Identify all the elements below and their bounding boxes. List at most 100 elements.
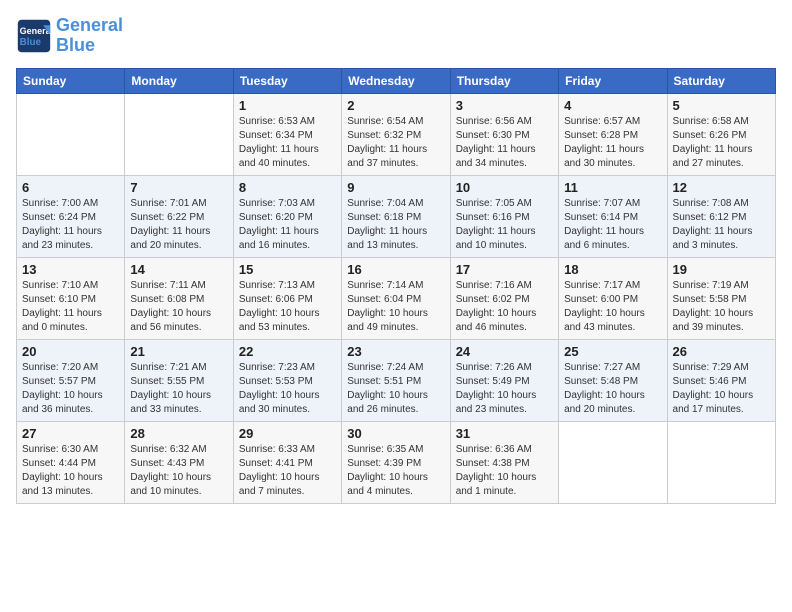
calendar-cell [559, 421, 667, 503]
calendar-cell: 25Sunrise: 7:27 AM Sunset: 5:48 PM Dayli… [559, 339, 667, 421]
day-number: 13 [22, 262, 119, 277]
day-number: 16 [347, 262, 444, 277]
logo: General Blue GeneralBlue [16, 16, 123, 56]
day-number: 4 [564, 98, 661, 113]
calendar-week-3: 13 Sunrise: 7:10 AM Sunset: 6:10 PM Dayli… [17, 257, 776, 339]
day-info: Sunrise: 6:33 AM Sunset: 4:41 PM Dayligh… [239, 443, 336, 499]
day-info: Sunrise: 7:17 AM Sunset: 6:00 PM Dayligh… [564, 279, 661, 335]
calendar-cell: 29 Sunrise: 6:33 AM Sunset: 4:41 PM Dayli… [233, 421, 341, 503]
calendar-cell: 11 Sunrise: 7:07 AM Sunset: 6:14 PM Dayli… [559, 175, 667, 257]
calendar-cell: 16 Sunrise: 7:14 AM Sunset: 6:04 PM Dayli… [342, 257, 450, 339]
day-info: Sunrise: 6:36 AM Sunset: 4:38 PM Dayligh… [456, 443, 553, 499]
logo-text: GeneralBlue [56, 16, 123, 56]
day-info: Sunrise: 7:00 AM Sunset: 6:24 PM Dayligh… [22, 197, 119, 253]
day-info: Sunrise: 6:57 AM Sunset: 6:28 PM Dayligh… [564, 115, 661, 171]
calendar-cell: 12Sunrise: 7:08 AM Sunset: 6:12 PM Dayli… [667, 175, 775, 257]
day-info: Sunrise: 7:16 AM Sunset: 6:02 PM Dayligh… [456, 279, 553, 335]
day-number: 29 [239, 426, 336, 441]
calendar-cell: 6 Sunrise: 7:00 AM Sunset: 6:24 PM Daylig… [17, 175, 125, 257]
day-info: Sunrise: 7:19 AM Sunset: 5:58 PM Dayligh… [673, 279, 770, 335]
day-number: 23 [347, 344, 444, 359]
day-number: 6 [22, 180, 119, 195]
calendar-week-2: 6 Sunrise: 7:00 AM Sunset: 6:24 PM Daylig… [17, 175, 776, 257]
weekday-header-friday: Friday [559, 68, 667, 93]
day-info: Sunrise: 7:13 AM Sunset: 6:06 PM Dayligh… [239, 279, 336, 335]
day-info: Sunrise: 7:26 AM Sunset: 5:49 PM Dayligh… [456, 361, 553, 417]
calendar-cell [125, 93, 233, 175]
calendar-week-5: 27 Sunrise: 6:30 AM Sunset: 4:44 PM Dayli… [17, 421, 776, 503]
day-number: 7 [130, 180, 227, 195]
calendar-cell: 30Sunrise: 6:35 AM Sunset: 4:39 PM Dayli… [342, 421, 450, 503]
day-info: Sunrise: 7:01 AM Sunset: 6:22 PM Dayligh… [130, 197, 227, 253]
day-info: Sunrise: 7:03 AM Sunset: 6:20 PM Dayligh… [239, 197, 336, 253]
day-info: Sunrise: 6:53 AM Sunset: 6:34 PM Dayligh… [239, 115, 336, 171]
day-number: 8 [239, 180, 336, 195]
calendar-cell: 8 Sunrise: 7:03 AM Sunset: 6:20 PM Daylig… [233, 175, 341, 257]
calendar-cell: 7 Sunrise: 7:01 AM Sunset: 6:22 PM Daylig… [125, 175, 233, 257]
day-info: Sunrise: 6:56 AM Sunset: 6:30 PM Dayligh… [456, 115, 553, 171]
calendar-cell [17, 93, 125, 175]
day-number: 3 [456, 98, 553, 113]
day-info: Sunrise: 7:20 AM Sunset: 5:57 PM Dayligh… [22, 361, 119, 417]
calendar-cell: 17 Sunrise: 7:16 AM Sunset: 6:02 PM Dayli… [450, 257, 558, 339]
calendar-week-4: 20Sunrise: 7:20 AM Sunset: 5:57 PM Dayli… [17, 339, 776, 421]
day-info: Sunrise: 7:11 AM Sunset: 6:08 PM Dayligh… [130, 279, 227, 335]
day-info: Sunrise: 7:14 AM Sunset: 6:04 PM Dayligh… [347, 279, 444, 335]
calendar-cell: 15 Sunrise: 7:13 AM Sunset: 6:06 PM Dayli… [233, 257, 341, 339]
svg-text:Blue: Blue [20, 37, 42, 48]
day-info: Sunrise: 6:30 AM Sunset: 4:44 PM Dayligh… [22, 443, 119, 499]
calendar-cell: 27 Sunrise: 6:30 AM Sunset: 4:44 PM Dayli… [17, 421, 125, 503]
day-number: 5 [673, 98, 770, 113]
calendar-cell: 4 Sunrise: 6:57 AM Sunset: 6:28 PM Daylig… [559, 93, 667, 175]
day-number: 11 [564, 180, 661, 195]
logo-icon: General Blue [16, 18, 52, 54]
day-number: 27 [22, 426, 119, 441]
calendar-table: SundayMondayTuesdayWednesdayThursdayFrid… [16, 68, 776, 504]
calendar-cell: 26Sunrise: 7:29 AM Sunset: 5:46 PM Dayli… [667, 339, 775, 421]
day-info: Sunrise: 7:10 AM Sunset: 6:10 PM Dayligh… [22, 279, 119, 335]
day-number: 26 [673, 344, 770, 359]
day-number: 22 [239, 344, 336, 359]
calendar-cell: 31 Sunrise: 6:36 AM Sunset: 4:38 PM Dayli… [450, 421, 558, 503]
calendar-cell: 2Sunrise: 6:54 AM Sunset: 6:32 PM Daylig… [342, 93, 450, 175]
day-info: Sunrise: 7:05 AM Sunset: 6:16 PM Dayligh… [456, 197, 553, 253]
calendar-cell: 10Sunrise: 7:05 AM Sunset: 6:16 PM Dayli… [450, 175, 558, 257]
page-header: General Blue GeneralBlue [16, 16, 776, 56]
calendar-cell: 5 Sunrise: 6:58 AM Sunset: 6:26 PM Daylig… [667, 93, 775, 175]
day-info: Sunrise: 7:21 AM Sunset: 5:55 PM Dayligh… [130, 361, 227, 417]
calendar-cell: 19 Sunrise: 7:19 AM Sunset: 5:58 PM Dayli… [667, 257, 775, 339]
weekday-header-tuesday: Tuesday [233, 68, 341, 93]
calendar-cell: 13 Sunrise: 7:10 AM Sunset: 6:10 PM Dayli… [17, 257, 125, 339]
calendar-cell: 1 Sunrise: 6:53 AM Sunset: 6:34 PM Daylig… [233, 93, 341, 175]
day-number: 14 [130, 262, 227, 277]
day-info: Sunrise: 6:58 AM Sunset: 6:26 PM Dayligh… [673, 115, 770, 171]
day-number: 24 [456, 344, 553, 359]
calendar-week-1: 1 Sunrise: 6:53 AM Sunset: 6:34 PM Daylig… [17, 93, 776, 175]
calendar-cell: 3 Sunrise: 6:56 AM Sunset: 6:30 PM Daylig… [450, 93, 558, 175]
day-info: Sunrise: 7:07 AM Sunset: 6:14 PM Dayligh… [564, 197, 661, 253]
day-number: 31 [456, 426, 553, 441]
day-info: Sunrise: 6:35 AM Sunset: 4:39 PM Dayligh… [347, 443, 444, 499]
calendar-cell: 9Sunrise: 7:04 AM Sunset: 6:18 PM Daylig… [342, 175, 450, 257]
calendar-cell: 22 Sunrise: 7:23 AM Sunset: 5:53 PM Dayli… [233, 339, 341, 421]
calendar-cell [667, 421, 775, 503]
day-number: 1 [239, 98, 336, 113]
calendar-cell: 18Sunrise: 7:17 AM Sunset: 6:00 PM Dayli… [559, 257, 667, 339]
weekday-header-thursday: Thursday [450, 68, 558, 93]
calendar-cell: 21 Sunrise: 7:21 AM Sunset: 5:55 PM Dayli… [125, 339, 233, 421]
day-number: 2 [347, 98, 444, 113]
calendar-cell: 28Sunrise: 6:32 AM Sunset: 4:43 PM Dayli… [125, 421, 233, 503]
weekday-header-sunday: Sunday [17, 68, 125, 93]
weekday-header-wednesday: Wednesday [342, 68, 450, 93]
day-number: 19 [673, 262, 770, 277]
day-info: Sunrise: 7:23 AM Sunset: 5:53 PM Dayligh… [239, 361, 336, 417]
day-number: 21 [130, 344, 227, 359]
calendar-cell: 23 Sunrise: 7:24 AM Sunset: 5:51 PM Dayli… [342, 339, 450, 421]
day-info: Sunrise: 6:32 AM Sunset: 4:43 PM Dayligh… [130, 443, 227, 499]
day-info: Sunrise: 7:24 AM Sunset: 5:51 PM Dayligh… [347, 361, 444, 417]
day-number: 17 [456, 262, 553, 277]
day-number: 15 [239, 262, 336, 277]
weekday-header-saturday: Saturday [667, 68, 775, 93]
day-info: Sunrise: 7:27 AM Sunset: 5:48 PM Dayligh… [564, 361, 661, 417]
calendar-cell: 20Sunrise: 7:20 AM Sunset: 5:57 PM Dayli… [17, 339, 125, 421]
